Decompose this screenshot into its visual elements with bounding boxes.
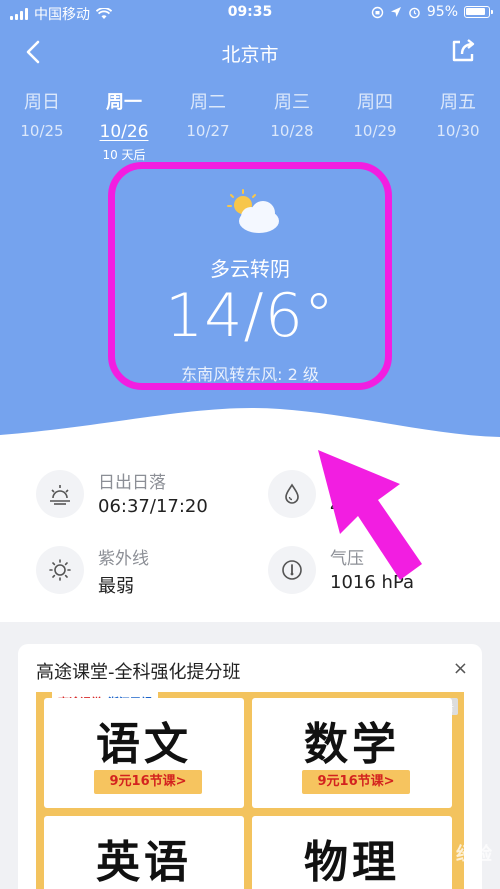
day-tab-thu[interactable]: 周四 10/29 [333, 88, 417, 140]
sun-icon [36, 546, 84, 594]
day-date: 10/25 [20, 122, 64, 140]
day-date: 10/26 [99, 122, 149, 142]
day-date: 10/30 [436, 122, 480, 140]
day-tab-wed[interactable]: 周三 10/28 [250, 88, 334, 140]
rotation-lock-icon [371, 6, 384, 18]
share-button[interactable] [448, 36, 478, 66]
ad-close-button[interactable]: × [453, 658, 468, 679]
location-icon [390, 7, 401, 17]
course-name: 英语 [96, 837, 192, 888]
weather-condition: 多云转阴 [210, 257, 290, 281]
sunrise-icon [36, 470, 84, 518]
day-tab-mon[interactable]: 周一 10/26 10 天后 [82, 88, 166, 163]
nav-bar: 北京市 [0, 26, 500, 76]
course-card-math[interactable]: 数学 9元16节课> [252, 698, 452, 808]
day-date: 10/28 [270, 122, 314, 140]
status-right: 95% [371, 4, 493, 20]
course-card-chinese[interactable]: 语文 9元16节课> [44, 698, 244, 808]
uv-label: 紫外线 [98, 549, 149, 569]
cloudy-icon [227, 189, 279, 233]
alarm-icon [409, 7, 420, 18]
city-title: 北京市 [221, 44, 279, 66]
sunrise-sunset-item: 日出日落 06:37/17:20 [36, 468, 256, 528]
temperature-range: 14/6° [165, 281, 335, 351]
course-card-english[interactable]: 英语 [44, 816, 244, 889]
day-tabs: 周日 10/25 周一 10/26 10 天后 周二 10/27 周三 10/2… [0, 88, 500, 168]
weather-hero: 中国移动 09:35 95% 北京市 周日 10/25 周一 10/26 10 … [0, 0, 500, 440]
day-name: 周一 [106, 92, 142, 113]
day-tab-fri[interactable]: 周五 10/30 [416, 88, 500, 140]
day-date: 10/27 [186, 122, 230, 140]
course-price: 9元16节课> [302, 770, 410, 794]
day-date: 10/29 [353, 122, 397, 140]
day-name: 周日 [24, 92, 60, 113]
status-bar: 中国移动 09:35 95% [0, 0, 500, 26]
day-name: 周四 [357, 92, 393, 113]
day-name: 周三 [274, 92, 310, 113]
watermark: Baidu 经验 [391, 844, 492, 865]
day-countdown: 10 天后 [102, 148, 146, 162]
day-name: 周二 [190, 92, 226, 113]
wave-divider [0, 407, 500, 440]
sunrise-label: 日出日落 [98, 473, 166, 493]
day-tab-sun[interactable]: 周日 10/25 [0, 88, 84, 140]
ad-title: 高途课堂-全科强化提分班 [36, 662, 241, 683]
day-name: 周五 [440, 92, 476, 113]
uv-item: 紫外线 最弱 [36, 544, 256, 604]
course-name: 语文 [96, 719, 192, 770]
annotation-arrow [318, 450, 422, 580]
wind-info: 东南风转东风: 2 级 [181, 365, 319, 384]
course-price: 9元16节课> [94, 770, 202, 794]
weather-summary-highlight: 多云转阴 14/6° 东南风转东风: 2 级 [108, 162, 392, 390]
sunrise-value: 06:37/17:20 [98, 496, 208, 517]
battery-percent: 95% [426, 4, 458, 20]
battery-icon [464, 6, 493, 18]
day-tab-tue[interactable]: 周二 10/27 [166, 88, 250, 140]
course-name: 数学 [304, 719, 400, 770]
uv-value: 最弱 [98, 576, 134, 597]
